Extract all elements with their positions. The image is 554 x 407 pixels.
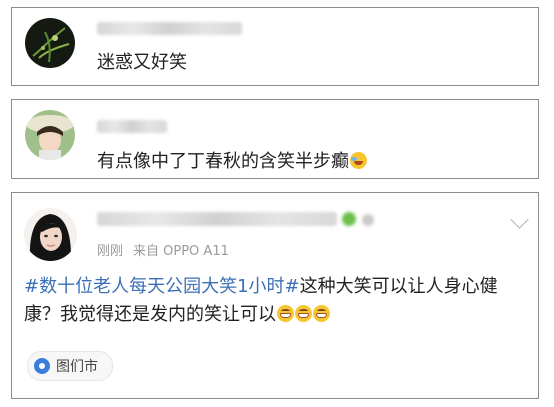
post-time: 刚刚 (97, 244, 124, 259)
avatar[interactable] (25, 18, 75, 68)
post-body: #数十位老人每天公园大笑1小时#这种大笑可以让人身心健康？我觉得还是发内的笑让可… (24, 273, 524, 329)
avatar[interactable] (24, 208, 77, 261)
blurred-username[interactable] (97, 212, 337, 226)
comment-card-1: 迷惑又好笑 (11, 7, 539, 86)
blurred-username[interactable] (97, 22, 242, 35)
chevron-down-icon[interactable] (510, 210, 529, 229)
grin-emoji-icon (295, 305, 312, 322)
location-chip[interactable]: 图们市 (27, 351, 113, 381)
grin-emoji-icon (277, 305, 294, 322)
blurred-badge-icon (362, 214, 374, 226)
avatar[interactable] (25, 110, 75, 160)
hashtag-link[interactable]: #数十位老人每天公园大笑1小时# (24, 276, 300, 297)
comment-card-2: 有点像中了丁春秋的含笑半步癫 (11, 99, 539, 179)
post-source: 来自 OPPO A11 (133, 244, 229, 259)
grin-emoji-icon (313, 305, 330, 322)
post-meta: 刚刚 来自 OPPO A11 (97, 240, 229, 259)
post-card: 刚刚 来自 OPPO A11 #数十位老人每天公园大笑1小时#这种大笑可以让人身心… (11, 192, 539, 399)
comment-text: 有点像中了丁春秋的含笑半步癫 (97, 147, 367, 173)
laugh-cry-emoji-icon (350, 152, 367, 169)
blurred-username[interactable] (97, 120, 167, 133)
location-label: 图们市 (56, 359, 98, 375)
location-pin-icon (34, 358, 50, 374)
comment-text: 迷惑又好笑 (97, 52, 187, 73)
blurred-badge-icon (342, 212, 356, 226)
